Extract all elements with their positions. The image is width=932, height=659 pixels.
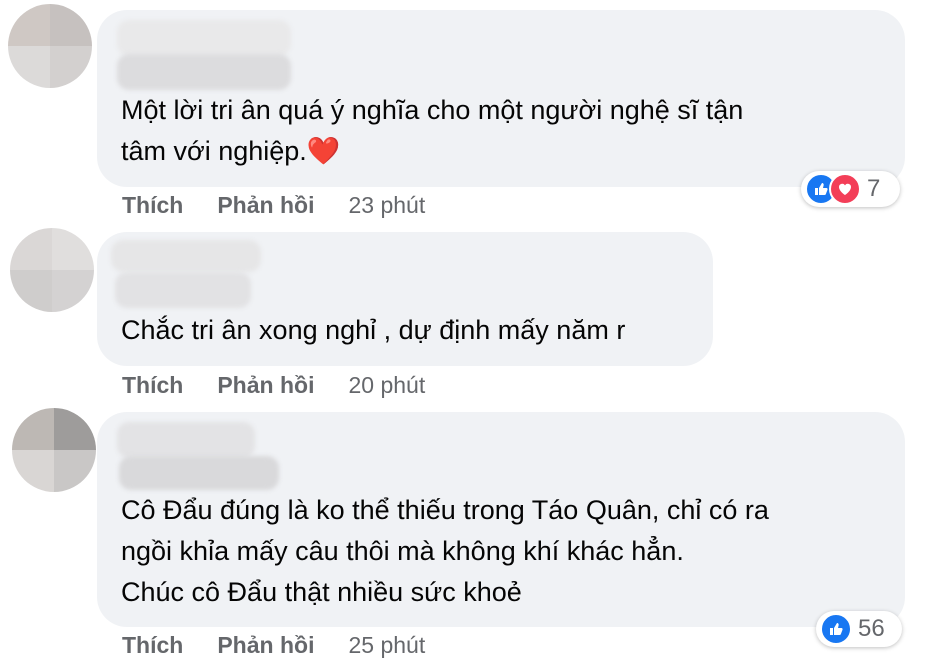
timestamp[interactable]: 25 phút	[348, 632, 425, 659]
reply-button[interactable]: Phản hồi	[217, 372, 314, 399]
blurred-author-name	[117, 54, 291, 90]
avatar[interactable]	[12, 408, 96, 492]
blurred-author-name	[115, 272, 251, 308]
reaction-count: 7	[867, 175, 881, 202]
reply-button[interactable]: Phản hồi	[217, 192, 314, 219]
blurred-author-name[interactable]	[117, 422, 255, 458]
comment-actions: Thích Phản hồi 25 phút	[122, 632, 425, 659]
comment-actions: Thích Phản hồi 23 phút	[122, 192, 425, 219]
reaction-summary[interactable]: 7	[801, 171, 900, 207]
comment-bubble: Cô Đẩu đúng là ko thể thiếu trong Táo Qu…	[97, 412, 905, 627]
like-icon	[820, 613, 852, 645]
avatar[interactable]	[8, 4, 92, 88]
reaction-count: 56	[858, 615, 885, 642]
reply-button[interactable]: Phản hồi	[217, 632, 314, 659]
blurred-author-name[interactable]	[111, 240, 261, 272]
comment-text: Chắc tri ân xong nghỉ , dự định mấy năm …	[121, 315, 626, 345]
blurred-author-name	[119, 456, 279, 490]
love-icon	[829, 173, 861, 205]
like-button[interactable]: Thích	[122, 372, 183, 399]
comment-text: Một lời tri ân quá ý nghĩa cho một người…	[121, 95, 744, 166]
comment-text: Cô Đẩu đúng là ko thể thiếu trong Táo Qu…	[121, 495, 769, 607]
reaction-summary[interactable]: 56	[816, 611, 902, 647]
comment-actions: Thích Phản hồi 20 phút	[122, 372, 425, 399]
like-button[interactable]: Thích	[122, 632, 183, 659]
avatar[interactable]	[10, 228, 94, 312]
timestamp[interactable]: 23 phút	[348, 192, 425, 219]
comment-bubble: Một lời tri ân quá ý nghĩa cho một người…	[97, 10, 905, 187]
blurred-author-name[interactable]	[117, 20, 291, 56]
comment-bubble: Chắc tri ân xong nghỉ , dự định mấy năm …	[97, 232, 713, 366]
like-button[interactable]: Thích	[122, 192, 183, 219]
timestamp[interactable]: 20 phút	[348, 372, 425, 399]
